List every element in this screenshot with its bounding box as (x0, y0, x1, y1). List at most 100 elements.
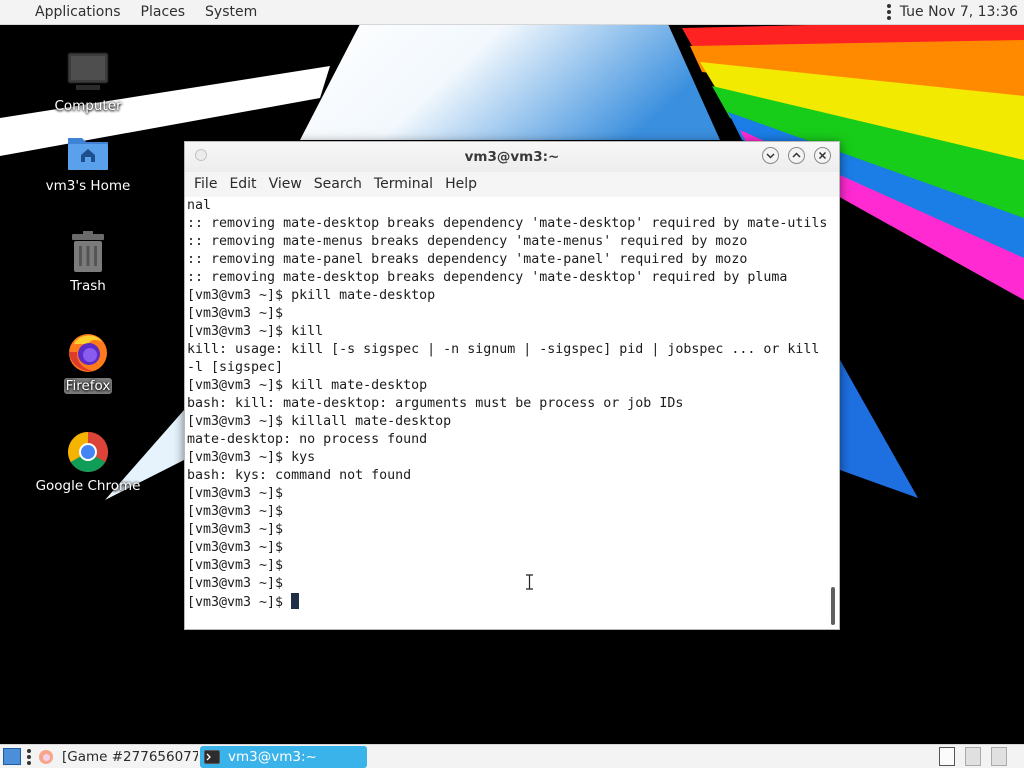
bottom-panel: [Game #277656077... vm3@vm3:~ (0, 744, 1024, 768)
desktop-icon-computer[interactable]: Computer (28, 48, 148, 114)
maximize-button[interactable] (788, 147, 805, 164)
menu-terminal[interactable]: Terminal (368, 172, 439, 197)
terminal-line-text: :: removing mate-desktop breaks dependen… (187, 216, 828, 231)
terminal-line-text: [vm3@vm3 ~]$ (187, 540, 284, 555)
terminal-line: [vm3@vm3 ~]$ (187, 503, 827, 521)
terminal-window[interactable]: vm3@vm3:~ File Edit View Search Terminal… (184, 141, 840, 630)
terminal-line-text: [vm3@vm3 ~]$ (187, 522, 284, 537)
desktop-icon-home[interactable]: vm3's Home (28, 128, 148, 194)
terminal-line-text: :: removing mate-panel breaks dependency… (187, 252, 748, 267)
terminal-line: [vm3@vm3 ~]$ (187, 575, 827, 593)
desktop-icon-chrome[interactable]: Google Chrome (28, 428, 148, 494)
terminal-line: :: removing mate-desktop breaks dependen… (187, 269, 827, 287)
applications-menu[interactable]: Applications (0, 0, 131, 25)
menu-view[interactable]: View (263, 172, 308, 197)
panel-drag-handle[interactable] (886, 4, 893, 20)
desktop-icon-trash[interactable]: Trash (28, 228, 148, 294)
terminal-line-text: mate-desktop: no process found (187, 432, 428, 447)
show-desktop-button[interactable] (3, 748, 21, 765)
minimize-button[interactable] (762, 147, 779, 164)
top-panel: Applications Places System Tue Nov 7, 13… (0, 0, 1024, 25)
terminal-line: kill: usage: kill [-s sigspec | -n signu… (187, 341, 827, 359)
workspace-1[interactable] (939, 747, 955, 766)
terminal-line: [vm3@vm3 ~]$ (187, 485, 827, 503)
terminal-line: [vm3@vm3 ~]$ pkill mate-desktop (187, 287, 827, 305)
terminal-line: bash: kys: command not found (187, 467, 827, 485)
panel-drag-handle[interactable] (27, 749, 31, 765)
terminal-line-text: bash: kys: command not found (187, 468, 412, 483)
taskbar-item-terminal[interactable]: vm3@vm3:~ (200, 746, 367, 768)
desktop-icon-label: Google Chrome (35, 478, 141, 494)
window-titlebar[interactable]: vm3@vm3:~ (185, 142, 839, 172)
terminal-line: mate-desktop: no process found (187, 431, 827, 449)
workspace-3[interactable] (991, 747, 1007, 766)
desktop-icon-label: Trash (70, 278, 106, 294)
terminal-line-text: bash: kill: mate-desktop: arguments must… (187, 396, 684, 411)
desktop-icon-label: vm3's Home (45, 178, 131, 194)
terminal-line: [vm3@vm3 ~]$ killall mate-desktop (187, 413, 827, 431)
terminal-line: [vm3@vm3 ~]$ (187, 539, 827, 557)
menu-search[interactable]: Search (308, 172, 368, 197)
terminal-line-text: [vm3@vm3 ~]$ kill (187, 324, 324, 339)
menu-file[interactable]: File (188, 172, 223, 197)
menu-edit[interactable]: Edit (223, 172, 262, 197)
taskbar-item-label: [Game #277656077... (62, 749, 198, 765)
workspace-2[interactable] (965, 747, 981, 766)
terminal-line-text: :: removing mate-desktop breaks dependen… (187, 270, 788, 285)
terminal-line-text: [vm3@vm3 ~]$ (187, 595, 284, 610)
places-menu[interactable]: Places (131, 0, 196, 25)
terminal-line: :: removing mate-menus breaks dependency… (187, 233, 827, 251)
window-title: vm3@vm3:~ (464, 149, 560, 165)
terminal-line-text: [vm3@vm3 ~]$ (187, 576, 284, 591)
close-button[interactable] (814, 147, 831, 164)
trash-icon (64, 228, 112, 276)
terminal-line-text: nal (187, 198, 212, 213)
terminal-line-text: [vm3@vm3 ~]$ (187, 558, 284, 573)
firefox-icon (64, 328, 112, 376)
terminal-line: [vm3@vm3 ~]$ (187, 557, 827, 575)
terminal-menubar: File Edit View Search Terminal Help (185, 172, 839, 197)
computer-icon (64, 48, 112, 96)
terminal-line: nal (187, 197, 827, 215)
firefox-icon (39, 750, 53, 764)
close-icon (818, 151, 827, 160)
scrollbar-thumb[interactable] (831, 587, 835, 625)
terminal-line: bash: kill: mate-desktop: arguments must… (187, 395, 827, 413)
terminal-line: -l [sigspec] (187, 359, 827, 377)
terminal-icon (204, 750, 220, 764)
taskbar-item-firefox[interactable]: [Game #277656077... (36, 746, 198, 768)
taskbar-item-label: vm3@vm3:~ (228, 749, 317, 765)
terminal-cursor (291, 593, 300, 609)
terminal-line-text: [vm3@vm3 ~]$ (187, 504, 284, 519)
clock[interactable]: Tue Nov 7, 13:36 (900, 4, 1024, 20)
terminal-line: [vm3@vm3 ~]$ (187, 305, 827, 323)
terminal-line: [vm3@vm3 ~]$ (187, 593, 827, 611)
chrome-icon (64, 428, 112, 476)
terminal-line: [vm3@vm3 ~]$ kys (187, 449, 827, 467)
terminal-line-text: kill: usage: kill [-s sigspec | -n signu… (187, 342, 820, 357)
desktop-icon-label: Firefox (63, 378, 113, 394)
menu-help[interactable]: Help (439, 172, 483, 197)
desktop-icon-label: Computer (54, 98, 122, 114)
terminal-line: [vm3@vm3 ~]$ (187, 521, 827, 539)
terminal-line-text: [vm3@vm3 ~]$ (187, 486, 284, 501)
terminal-line-text: [vm3@vm3 ~]$ killall mate-desktop (187, 414, 452, 429)
text-cursor-icon (526, 574, 533, 590)
terminal-line-text: -l [sigspec] (187, 360, 284, 375)
terminal-line-text: [vm3@vm3 ~]$ kill mate-desktop (187, 378, 428, 393)
chevron-up-icon (792, 152, 801, 158)
system-menu[interactable]: System (195, 0, 267, 25)
terminal-line-text: :: removing mate-menus breaks dependency… (187, 234, 748, 249)
terminal-line: :: removing mate-desktop breaks dependen… (187, 215, 827, 233)
chevron-down-icon (766, 153, 775, 159)
terminal-line-text: [vm3@vm3 ~]$ (187, 306, 284, 321)
desktop-icon-firefox[interactable]: Firefox (28, 328, 148, 394)
home-folder-icon (64, 128, 112, 176)
terminal-line-text: [vm3@vm3 ~]$ kys (187, 450, 316, 465)
terminal-line: [vm3@vm3 ~]$ kill mate-desktop (187, 377, 827, 395)
terminal-scrollbar[interactable] (829, 197, 837, 629)
terminal-output[interactable]: nal:: removing mate-desktop breaks depen… (185, 197, 839, 629)
terminal-line: :: removing mate-panel breaks dependency… (187, 251, 827, 269)
terminal-line-text: [vm3@vm3 ~]$ pkill mate-desktop (187, 288, 436, 303)
terminal-line: [vm3@vm3 ~]$ kill (187, 323, 827, 341)
